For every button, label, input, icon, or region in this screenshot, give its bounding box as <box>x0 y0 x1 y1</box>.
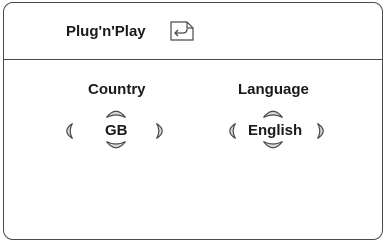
country-right-arrow-icon[interactable] <box>155 122 165 140</box>
country-up-arrow-icon[interactable] <box>105 107 127 119</box>
language-down-arrow-icon[interactable] <box>262 140 284 152</box>
return-menu-icon[interactable] <box>168 19 196 43</box>
country-value[interactable]: GB <box>105 122 128 139</box>
menu-title: Plug'n'Play <box>66 23 146 40</box>
menu-header: Plug'n'Play <box>4 3 382 60</box>
plug-n-play-menu: Plug'n'Play Country GB Language English <box>3 2 383 240</box>
language-right-arrow-icon[interactable] <box>316 122 326 140</box>
language-left-arrow-icon[interactable] <box>227 122 237 140</box>
language-value[interactable]: English <box>248 122 302 139</box>
country-down-arrow-icon[interactable] <box>105 140 127 152</box>
language-label: Language <box>238 81 309 98</box>
country-left-arrow-icon[interactable] <box>64 122 74 140</box>
language-up-arrow-icon[interactable] <box>262 107 284 119</box>
country-label: Country <box>88 81 146 98</box>
